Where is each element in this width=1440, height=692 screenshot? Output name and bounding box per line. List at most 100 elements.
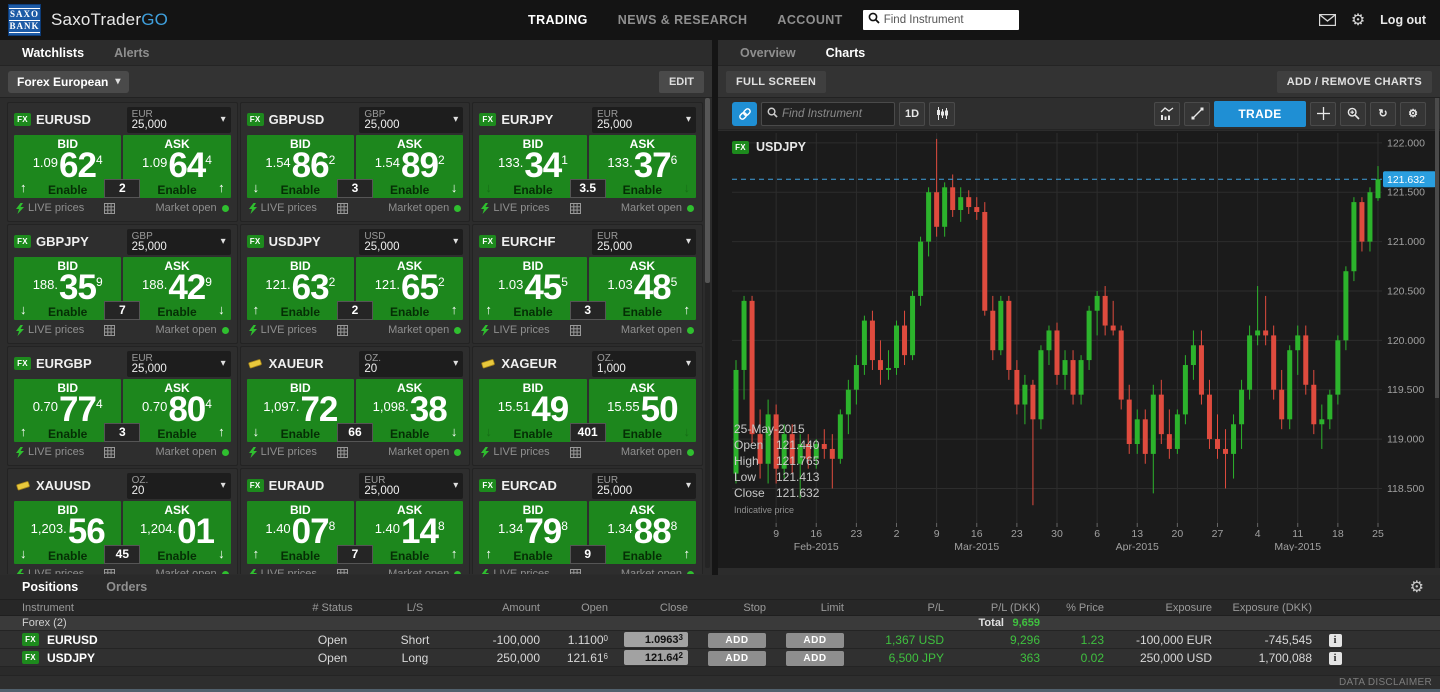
column-header[interactable]: Exposure (DKK) <box>1222 602 1322 614</box>
link-instrument-icon[interactable] <box>732 102 757 126</box>
add-remove-charts-button[interactable]: ADD / REMOVE CHARTS <box>1277 71 1432 93</box>
amount-dropdown[interactable]: USD25,000 ▾ <box>359 229 463 255</box>
saxo-bank-logo[interactable]: SAXOBANK <box>8 4 41 36</box>
tab-watchlists[interactable]: Watchlists <box>22 46 84 60</box>
amount-dropdown[interactable]: EUR25,000 ▾ <box>592 107 696 133</box>
scrollbar-handle[interactable] <box>1435 98 1439 398</box>
refresh-icon[interactable]: ↻ <box>1370 102 1396 126</box>
close-position-button[interactable]: 121.642 <box>624 650 688 665</box>
info-icon[interactable]: i <box>1329 634 1342 647</box>
candle <box>998 301 1003 350</box>
candle <box>1303 335 1308 384</box>
global-instrument-search[interactable] <box>863 10 1019 30</box>
candlestick-chart[interactable]: 122.000121.500121.000120.500120.000119.5… <box>732 133 1440 551</box>
trade-ticket-icon[interactable] <box>570 569 581 575</box>
column-header[interactable]: Amount <box>460 602 550 614</box>
amount-dropdown[interactable]: OZ.20 ▾ <box>359 351 463 377</box>
position-row[interactable]: FXEURUSD Open Short -100,000 1.11000 1.0… <box>0 631 1440 649</box>
column-header[interactable]: P/L <box>854 602 954 614</box>
column-header[interactable]: Open <box>550 602 618 614</box>
tab-positions[interactable]: Positions <box>22 580 78 594</box>
crosshair-icon[interactable] <box>1310 102 1336 126</box>
trade-ticket-icon[interactable] <box>337 447 348 458</box>
tab-overview[interactable]: Overview <box>740 46 796 60</box>
positions-group-row[interactable]: Forex (2) Total 9,659 <box>0 616 1440 631</box>
settings-gear-icon[interactable]: ⚙ <box>1351 10 1365 30</box>
watchlist-scrollbar[interactable] <box>705 98 710 568</box>
position-row[interactable]: FXUSDJPY Open Long 250,000 121.616 121.6… <box>0 649 1440 667</box>
indicators-icon[interactable] <box>1154 102 1180 126</box>
amount-dropdown[interactable]: OZ.1,000 ▾ <box>592 351 696 377</box>
column-header[interactable]: L/S <box>370 602 460 614</box>
trade-ticket-icon[interactable] <box>337 203 348 214</box>
amount-dropdown[interactable]: GBP25,000 ▾ <box>359 107 463 133</box>
column-header[interactable]: % Price <box>1050 602 1114 614</box>
chart-style-icon[interactable] <box>929 102 955 126</box>
tab-orders[interactable]: Orders <box>106 580 147 594</box>
arrow-up-icon: ↑ <box>253 546 260 561</box>
scrollbar-handle[interactable] <box>705 98 710 283</box>
add-limit-button[interactable]: ADD <box>786 633 844 648</box>
trade-ticket-icon[interactable] <box>104 203 115 214</box>
column-header[interactable]: P/L (DKK) <box>954 602 1050 614</box>
tile-header: FX EURJPY EUR25,000 ▾ <box>473 103 702 135</box>
column-header[interactable]: # Status <box>295 602 370 614</box>
tile-header: FX EURUSD EUR25,000 ▾ <box>8 103 237 135</box>
tab-alerts[interactable]: Alerts <box>114 46 149 60</box>
nav-account[interactable]: ACCOUNT <box>777 13 842 27</box>
trade-ticket-icon[interactable] <box>104 447 115 458</box>
trade-ticket-icon[interactable] <box>570 325 581 336</box>
nav-news-research[interactable]: NEWS & RESEARCH <box>618 13 748 27</box>
fullscreen-button[interactable]: FULL SCREEN <box>726 71 826 93</box>
column-header[interactable]: Instrument <box>0 602 295 614</box>
trade-ticket-icon[interactable] <box>104 569 115 575</box>
amount-dropdown[interactable]: EUR25,000 ▾ <box>127 107 231 133</box>
arrow-down-icon: ↓ <box>451 180 458 195</box>
trade-ticket-icon[interactable] <box>570 203 581 214</box>
amount-dropdown[interactable]: EUR25,000 ▾ <box>592 473 696 499</box>
chart-instrument-search[interactable] <box>761 102 895 126</box>
trendline-icon[interactable] <box>1184 102 1210 126</box>
info-icon[interactable]: i <box>1329 652 1342 665</box>
column-header[interactable]: Exposure <box>1114 602 1222 614</box>
column-header[interactable]: Close <box>618 602 698 614</box>
nav-trading[interactable]: TRADING <box>528 13 588 27</box>
add-stop-button[interactable]: ADD <box>708 651 766 666</box>
trade-ticket-icon[interactable] <box>337 325 348 336</box>
chart-search-input[interactable] <box>782 108 889 120</box>
add-limit-button[interactable]: ADD <box>786 651 844 666</box>
edit-watchlist-button[interactable]: EDIT <box>659 71 704 93</box>
amount-dropdown[interactable]: GBP25,000 ▾ <box>127 229 231 255</box>
mail-icon[interactable] <box>1319 14 1336 26</box>
watchlist-tile: XAGEUR OZ.1,000 ▾ BID 15.5149 Enable ↓ A… <box>473 347 702 465</box>
amount-value: 20 <box>364 364 453 375</box>
live-prices-icon <box>16 325 24 336</box>
close-position-button[interactable]: 1.09633 <box>624 632 688 647</box>
chart-settings-gear-icon[interactable]: ⚙ <box>1400 102 1426 126</box>
zoom-in-icon[interactable] <box>1340 102 1366 126</box>
add-stop-button[interactable]: ADD <box>708 633 766 648</box>
tile-prices: BID 1,203.56 Enable ↓ ASK 1,204.01 Enabl… <box>14 501 231 564</box>
candle <box>1359 202 1364 241</box>
positions-settings-gear-icon[interactable]: ⚙ <box>1410 577 1424 597</box>
amount-dropdown[interactable]: EUR25,000 ▾ <box>127 351 231 377</box>
global-search-input[interactable] <box>884 14 1014 26</box>
tab-charts[interactable]: Charts <box>826 46 866 60</box>
amount-dropdown[interactable]: OZ.20 ▾ <box>127 473 231 499</box>
group-total-value: 9,659 <box>1012 617 1040 629</box>
candle <box>1095 296 1100 311</box>
amount-dropdown[interactable]: EUR25,000 ▾ <box>359 473 463 499</box>
data-disclaimer-link[interactable]: DATA DISCLAIMER <box>1339 677 1432 688</box>
logout-button[interactable]: Log out <box>1380 13 1426 27</box>
candle <box>1103 296 1108 326</box>
amount-dropdown[interactable]: EUR25,000 ▾ <box>592 229 696 255</box>
trade-button[interactable]: TRADE <box>1214 101 1306 127</box>
chart-scrollbar[interactable] <box>1435 98 1439 568</box>
column-header[interactable]: Limit <box>776 602 854 614</box>
trade-ticket-icon[interactable] <box>570 447 581 458</box>
trade-ticket-icon[interactable] <box>104 325 115 336</box>
trade-ticket-icon[interactable] <box>337 569 348 575</box>
watchlist-selector-dropdown[interactable]: Forex European▾ <box>8 71 129 93</box>
column-header[interactable]: Stop <box>698 602 776 614</box>
interval-button[interactable]: 1D <box>899 102 925 126</box>
